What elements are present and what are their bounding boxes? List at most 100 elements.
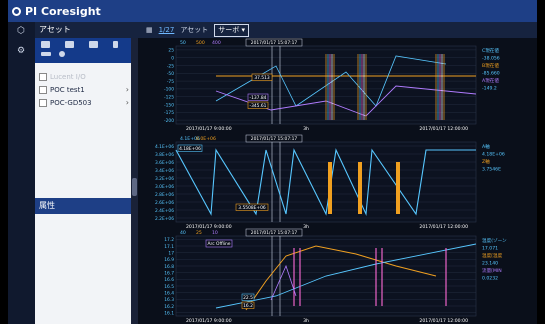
value-label: -345.61 <box>250 103 267 109</box>
y-tick-label: 3.4E+06 <box>155 168 174 174</box>
series-max-label: 400 <box>212 40 221 46</box>
time-toolbar: ▦ 1/27 アセット サーボ ▾ <box>138 22 537 38</box>
legend-label: 温度[温度 <box>482 252 503 259</box>
x-tick-label: 2017/01/17 9:00:00 <box>186 224 232 230</box>
item-checkbox[interactable] <box>39 72 47 81</box>
y-tick-label: 16.6 <box>164 277 174 283</box>
y-tick-label: 16.1 <box>164 310 174 316</box>
app-title: PI Coresight <box>25 4 101 18</box>
legend-label: C現在値 <box>482 47 499 54</box>
legend-label: -149.2 <box>482 86 497 92</box>
cursor-time-label: 2017/01/17 15:07:17 <box>251 136 298 142</box>
calendar-icon[interactable]: ▦ <box>146 26 153 34</box>
x-tick-label: 2017/01/17 12:00:00 <box>419 126 468 132</box>
item-checkbox[interactable] <box>39 85 47 94</box>
tools-icon[interactable]: ⚙ <box>16 46 26 56</box>
legend-label: -85.660 <box>482 71 500 77</box>
asset-selector[interactable]: サーボ ▾ <box>214 23 249 37</box>
value-label: -137.84 <box>250 95 267 101</box>
y-tick-label: 16.2 <box>164 304 174 310</box>
y-tick-label: 3.8E+06 <box>155 152 174 158</box>
x-tick-label: 2017/01/17 9:00:00 <box>186 126 232 132</box>
series-bar <box>396 162 400 214</box>
sidebar-scrollbar[interactable] <box>131 38 138 324</box>
series-max-label: 40 <box>180 230 186 236</box>
value-label: 3.5508E+06 <box>238 205 266 211</box>
series-max-label: 10 <box>212 230 218 236</box>
legend-label: 温度(ゾーン <box>482 237 507 244</box>
chevron-down-icon: ▾ <box>241 25 245 34</box>
chevron-right-icon[interactable]: › <box>126 85 129 94</box>
y-tick-label: -175 <box>164 110 174 116</box>
asset-label: アセット <box>180 26 209 34</box>
properties-bar: 属性 <box>35 198 131 214</box>
tree-item[interactable]: POC-GD503 › <box>39 96 129 109</box>
y-tick-label: 2.8E+06 <box>155 192 174 198</box>
value-label: 4.18E+06 <box>179 146 201 152</box>
y-tick-label: 2.4E+06 <box>155 208 174 214</box>
app-logo: PI Coresight <box>8 5 101 18</box>
legend-label: A軸 <box>482 143 490 150</box>
gauge-icon[interactable] <box>89 41 98 48</box>
dial-icon[interactable] <box>59 51 65 57</box>
x-tick-label: 2017/01/17 12:00:00 <box>419 224 468 230</box>
y-tick-label: 2.2E+06 <box>155 216 174 222</box>
y-tick-label: -50 <box>167 71 174 77</box>
series-bar <box>328 162 332 214</box>
tree-item-label: Lucent I/O <box>50 72 86 81</box>
y-tick-label: 16.8 <box>164 264 174 270</box>
y-tick-label: -100 <box>164 87 174 93</box>
cube-icon[interactable]: ⬡ <box>16 26 26 36</box>
item-checkbox[interactable] <box>39 98 47 107</box>
y-tick-label: 16.3 <box>164 297 174 303</box>
value-label: 16.2 <box>243 303 253 309</box>
status-label: Arc Offline <box>208 241 231 247</box>
value-label: 22.5 <box>243 295 253 301</box>
value-label: 37.513 <box>254 75 270 81</box>
top-bar: PI Coresight <box>8 0 537 22</box>
series-max-label: 50 <box>180 40 186 46</box>
x-tick-label: 3h <box>303 224 309 230</box>
legend-label: -38.056 <box>482 56 500 62</box>
y-tick-label: -25 <box>167 63 174 69</box>
series-max-label: 500 <box>196 40 205 46</box>
legend-label: B現在値 <box>482 62 499 69</box>
asset-toolbar <box>35 38 131 63</box>
logo-icon <box>12 6 21 16</box>
legend-label: 流量[MIN <box>482 267 502 274</box>
x-tick-label: 3h <box>303 126 309 132</box>
battery-icon[interactable] <box>113 41 118 48</box>
tree-item[interactable]: Lucent I/O <box>39 70 129 83</box>
sidebar-heading: アセット <box>39 25 71 34</box>
app-window: PI Coresight ⬡ ⚙ アセット Lucent I/O POC tes… <box>8 0 537 324</box>
y-tick-label: -150 <box>164 102 174 108</box>
chart-icon[interactable] <box>41 41 50 48</box>
asset-tree: Lucent I/O POC test1 › POC-GD503 › <box>39 70 129 109</box>
y-tick-label: 17.2 <box>164 237 174 243</box>
legend-label: 0.0232 <box>482 276 498 282</box>
y-tick-label: 16.5 <box>164 284 174 290</box>
legend-label: 3.7546E <box>482 167 501 173</box>
table-icon[interactable] <box>65 41 74 48</box>
y-tick-label: 3.2E+06 <box>155 176 174 182</box>
legend-label: 17.071 <box>482 246 498 252</box>
minus-icon[interactable] <box>41 52 51 56</box>
chevron-right-icon[interactable]: › <box>126 98 129 107</box>
asset-selector-value: サーボ <box>218 25 240 34</box>
asset-panel: Lucent I/O POC test1 › POC-GD503 › 属性 <box>35 38 131 324</box>
trend-area: 25 0 -25 -50 -75 -100 -125 -150 -175 -200 50 500 400… <box>138 38 537 324</box>
y-tick-label: 16.9 <box>164 257 174 263</box>
y-tick-label: 25 <box>168 48 174 54</box>
series-bar <box>358 162 362 214</box>
trend-charts[interactable]: 250-25-50-75-100-125-150-175-20050 500 400… <box>138 38 537 324</box>
legend-label: Z軸 <box>482 158 490 165</box>
time-value-link[interactable]: 1/27 <box>159 26 175 34</box>
y-tick-label: 16.4 <box>164 290 174 296</box>
legend-label: 23.140 <box>482 261 498 267</box>
y-tick-label: 17.1 <box>164 244 174 250</box>
x-tick-label: 3h <box>303 318 309 324</box>
scroll-thumb[interactable] <box>132 178 137 196</box>
y-tick-label: -200 <box>164 118 174 124</box>
tree-item[interactable]: POC test1 › <box>39 83 129 96</box>
y-tick-label: 0 <box>171 56 174 62</box>
